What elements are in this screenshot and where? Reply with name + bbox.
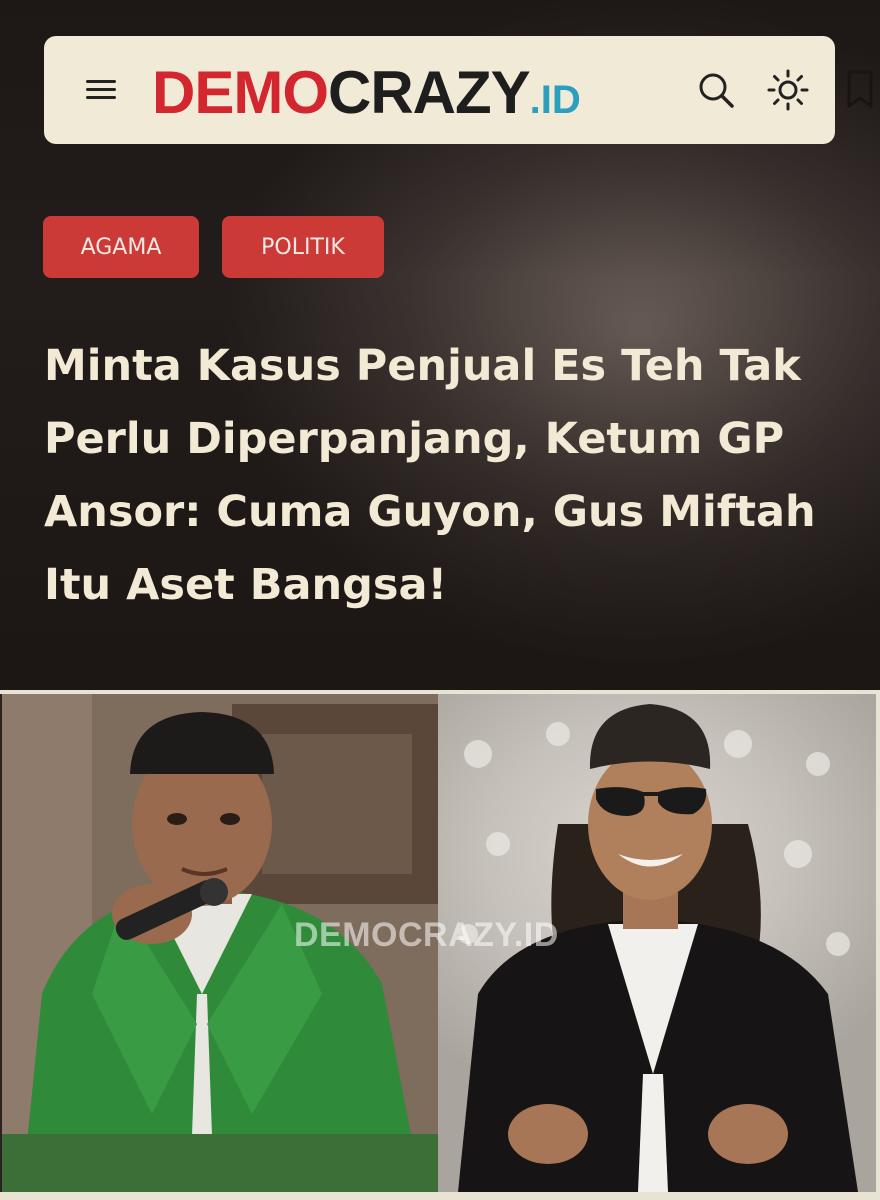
logo-part-tld: .ID	[529, 78, 581, 122]
image-watermark: DEMOCRAZY.ID	[294, 916, 559, 954]
article-image: DEMOCRAZY.ID	[2, 694, 876, 1192]
photo-frame-right	[876, 692, 880, 1200]
photo-frame-bottom	[0, 1192, 880, 1200]
site-logo[interactable]: DEMO CRAZY .ID	[152, 58, 581, 126]
sun-icon[interactable]	[764, 66, 812, 114]
category-tag-agama[interactable]: AGAMA	[43, 216, 199, 278]
category-tag-politik[interactable]: POLITIK	[222, 216, 384, 278]
bookmark-icon[interactable]	[845, 70, 875, 110]
site-header: DEMO CRAZY .ID	[44, 36, 835, 144]
hamburger-menu-icon[interactable]	[82, 76, 120, 104]
article-title: Minta Kasus Penjual Es Teh Tak Perlu Dip…	[44, 341, 816, 610]
search-icon[interactable]	[692, 66, 740, 114]
logo-part-demo: DEMO	[152, 59, 329, 126]
logo-part-crazy: CRAZY	[328, 59, 531, 126]
